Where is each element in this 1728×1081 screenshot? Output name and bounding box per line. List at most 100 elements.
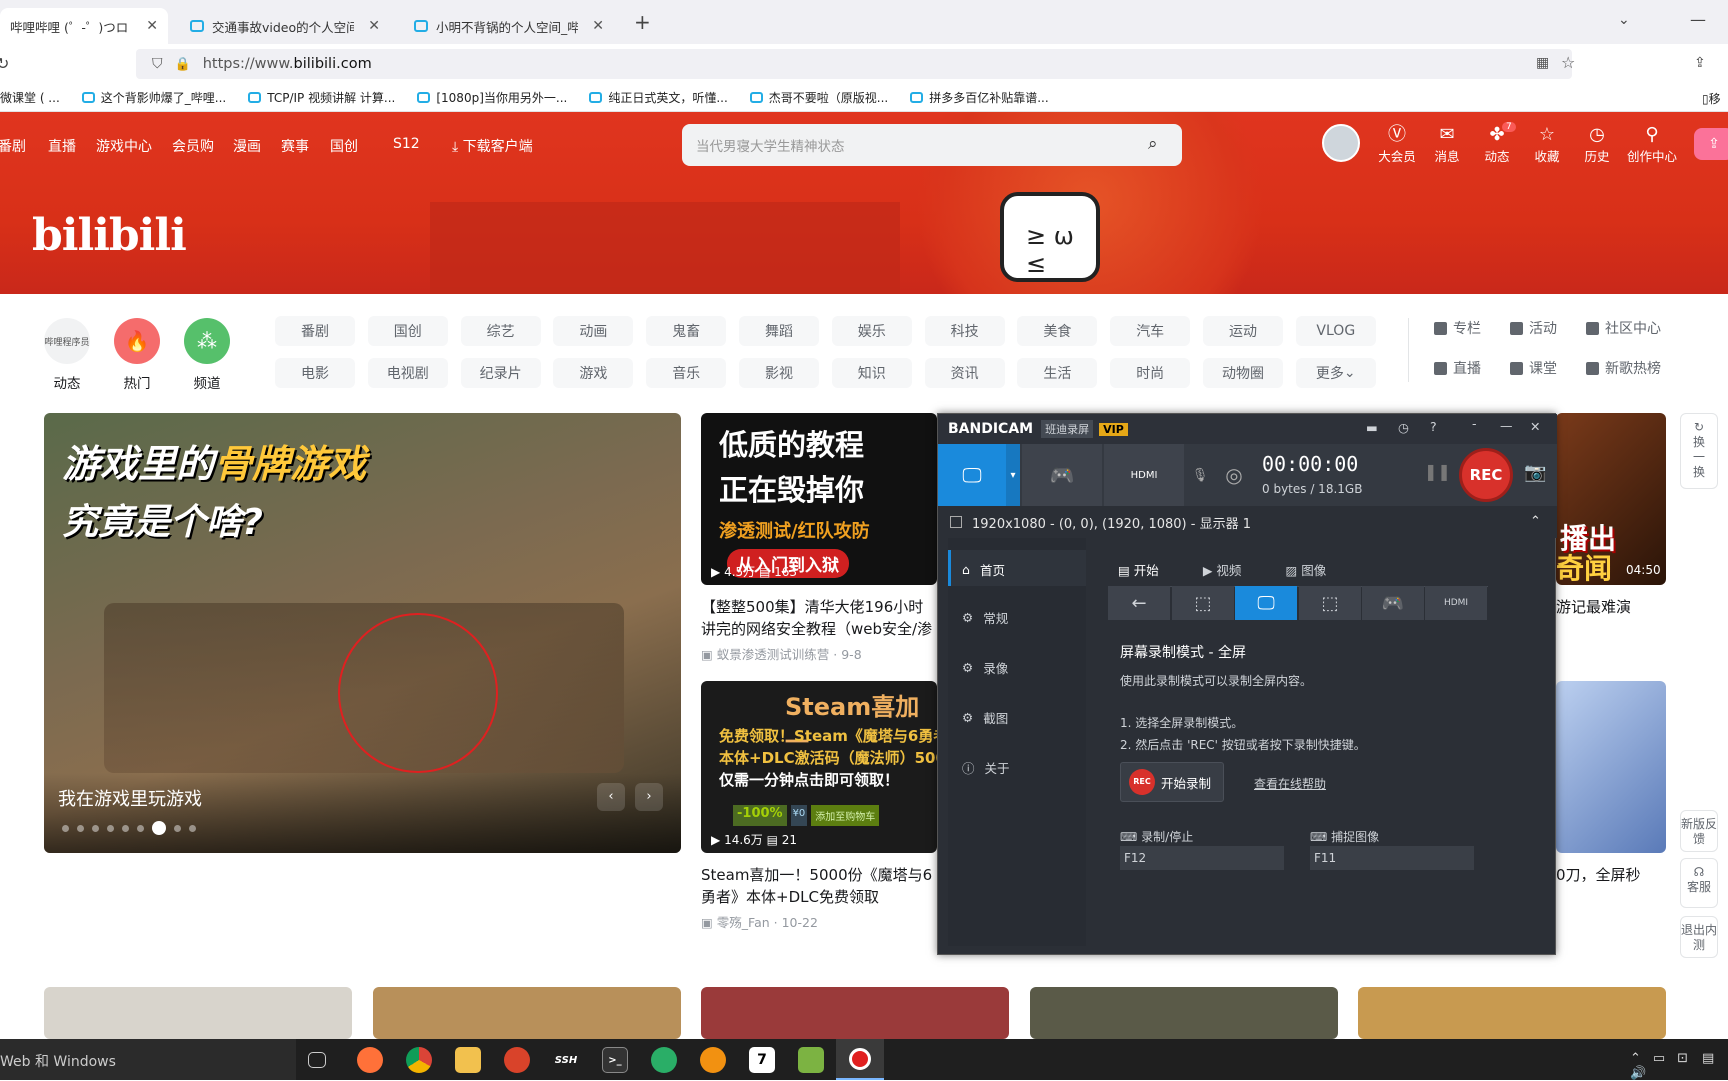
feedback-button[interactable]: 新版反馈 xyxy=(1680,810,1718,852)
quick-channel[interactable]: ⁂ 频道 xyxy=(172,318,242,392)
qr-code-icon[interactable]: ▦ xyxy=(1536,55,1549,71)
search-icon[interactable]: ⌕ xyxy=(1148,134,1158,154)
upload-button[interactable]: ⇪ xyxy=(1694,128,1728,160)
carousel-dot[interactable] xyxy=(152,821,166,835)
channel-chip[interactable]: 汽车 xyxy=(1110,316,1191,346)
screen-mode-dropdown[interactable]: ▾ xyxy=(1006,444,1020,506)
channel-chip[interactable]: 美食 xyxy=(1017,316,1098,346)
online-help-link[interactable]: 查看在线帮助 xyxy=(1254,775,1326,792)
right-link[interactable]: 课堂 xyxy=(1510,358,1557,378)
close-icon[interactable]: ✕ xyxy=(1530,419,1540,434)
task-view-icon[interactable] xyxy=(308,1052,326,1068)
exit-beta-button[interactable]: 退出内测 xyxy=(1680,916,1718,958)
video-card-cover[interactable]: 低质的教程 正在毁掉你 渗透测试/红队攻防 从入门到入狱 ▶ 4.5万 ▤ 16… xyxy=(701,413,937,585)
sidebar-item-screenshot[interactable]: ⚙ 截图 xyxy=(962,708,1008,727)
close-icon[interactable]: ✕ xyxy=(592,18,604,34)
start-recording-button[interactable]: REC 开始录制 xyxy=(1120,762,1224,802)
carousel-dot[interactable] xyxy=(77,824,84,832)
video-card-cover[interactable]: Steam喜加一 免费领取！Steam《魔塔与6勇者》 本体+DLC激活码（魔法… xyxy=(701,681,937,853)
tab-start[interactable]: ▤ 开始 xyxy=(1118,560,1159,579)
channel-chip[interactable]: 番剧 xyxy=(275,316,355,346)
chevron-up-icon[interactable]: ⌃ xyxy=(1530,514,1541,529)
nav-events[interactable]: 赛事 xyxy=(281,136,309,156)
mic-icon[interactable]: 🎙 xyxy=(1188,444,1212,506)
channel-chip[interactable]: 纪录片 xyxy=(460,358,541,388)
channel-chip[interactable]: 舞蹈 xyxy=(739,316,819,346)
channel-chip[interactable]: 知识 xyxy=(831,358,912,388)
close-icon[interactable]: ✕ xyxy=(146,18,158,34)
channel-chip[interactable]: 生活 xyxy=(1017,358,1098,388)
device-mode-button[interactable]: HDMI xyxy=(1425,586,1487,620)
channel-chip[interactable]: 科技 xyxy=(924,316,1005,346)
video-card-cover[interactable] xyxy=(701,987,1009,1039)
right-link[interactable]: 直播 xyxy=(1434,358,1481,378)
terminal-icon[interactable]: >_ xyxy=(602,1047,628,1073)
sidebar-item-video[interactable]: ⚙ 录像 xyxy=(962,658,1008,677)
hotkey-capture-field[interactable]: F11 xyxy=(1310,846,1474,870)
channel-chip[interactable]: 综艺 xyxy=(460,316,541,346)
channel-chip[interactable]: 动画 xyxy=(553,316,634,346)
hdmi-mode-button[interactable]: HDMI xyxy=(1104,444,1184,506)
wechat-icon[interactable] xyxy=(651,1047,677,1073)
help-icon[interactable]: ? xyxy=(1430,419,1437,434)
right-link[interactable]: 专栏 xyxy=(1434,318,1481,338)
hotkey-record-field[interactable]: F12 xyxy=(1120,846,1284,870)
reload-icon[interactable]: ↻ xyxy=(0,54,9,73)
channel-chip[interactable]: 国创 xyxy=(367,316,448,346)
pause-icon[interactable]: ❚❚ xyxy=(1424,462,1451,481)
nav-creator-center[interactable]: ⚲ 创作中心 xyxy=(1622,124,1682,165)
bookmark-item[interactable]: 纯正日式英文，听懂... xyxy=(589,89,728,106)
video-card-cover[interactable] xyxy=(1556,681,1666,853)
channel-chip[interactable]: 游戏 xyxy=(553,358,634,388)
nav-history[interactable]: ◷ 历史 xyxy=(1572,124,1622,165)
carousel-dot[interactable] xyxy=(174,824,181,832)
carousel-dot[interactable] xyxy=(189,824,196,832)
bookmark-item[interactable]: [1080p]当你用另外一... xyxy=(417,89,567,106)
rec-button[interactable]: REC xyxy=(1459,448,1513,502)
search-input[interactable]: 当代男寝大学生精神状态 ⌕ xyxy=(682,124,1182,166)
webcam-icon[interactable]: ◎ xyxy=(1214,444,1254,506)
video-meta[interactable]: ▣ 零殇_Fan · 10-22 xyxy=(701,912,818,931)
bandicam-taskbar-button[interactable] xyxy=(836,1039,884,1080)
channel-chip[interactable]: VLOG xyxy=(1295,316,1376,346)
bookmark-item[interactable]: TCP/IP 视频讲解 计算... xyxy=(248,89,395,106)
nav-message[interactable]: ✉ 消息 xyxy=(1422,124,1472,165)
tab-video[interactable]: ▶ 视频 xyxy=(1203,560,1242,579)
video-title[interactable]: 【整整500集】清华大佬196小时讲完的网络安全教程（web安全/渗透测试/红队… xyxy=(701,596,937,640)
nav-vip-shop[interactable]: 会员购 xyxy=(172,136,214,156)
carousel-dot[interactable] xyxy=(62,824,69,832)
cursor-mode-button[interactable]: ⬚ xyxy=(1299,586,1361,620)
quick-dynamic[interactable]: 哔哩程序员 动态 xyxy=(32,318,102,392)
nav-favorites[interactable]: ☆ 收藏 xyxy=(1522,124,1572,165)
channel-chip[interactable]: 动物圈 xyxy=(1203,358,1283,388)
close-icon[interactable]: ✕ xyxy=(368,18,380,34)
channel-chip[interactable]: 电视剧 xyxy=(367,358,448,388)
channel-chip[interactable]: 资讯 xyxy=(924,358,1005,388)
carousel-prev-button[interactable]: ‹ xyxy=(597,783,625,811)
carousel-dot[interactable] xyxy=(122,824,129,832)
bookmark-more[interactable]: ▯移 xyxy=(1702,90,1721,107)
game-mode-tab-button[interactable]: 🎮 xyxy=(1362,586,1424,620)
extension-icon[interactable]: ⇪ xyxy=(1694,55,1706,71)
folder-icon[interactable]: ▬ xyxy=(1366,420,1378,435)
tab-space-1[interactable]: 交通事故video的个人空间_哔哩哔哩_bilibili ✕ xyxy=(180,8,390,44)
camera-icon[interactable]: 📷 xyxy=(1524,462,1546,483)
rect-mode-button[interactable]: ⬚ xyxy=(1172,586,1234,620)
carousel-dot[interactable] xyxy=(107,824,114,832)
taskbar-search[interactable]: Web 和 Windows xyxy=(0,1039,296,1080)
tab-space-2[interactable]: 小明不背锅的个人空间_哔哩哔哩_bilibili ✕ xyxy=(404,8,614,44)
tab-list-chevron-icon[interactable]: ⌄ xyxy=(1618,12,1630,28)
nav-dynamic[interactable]: ✤ 动态 7 xyxy=(1472,122,1522,165)
bookmark-item[interactable]: 拼多多百亿补贴靠谱... xyxy=(910,89,1049,106)
carousel-next-button[interactable]: › xyxy=(635,783,663,811)
support-button[interactable]: ☊ 客服 xyxy=(1680,858,1718,908)
screen-mode-button[interactable]: 🖵 xyxy=(938,444,1006,506)
nav-guochuang[interactable]: 国创 xyxy=(330,136,358,156)
minimize-icon[interactable]: - xyxy=(1472,416,1477,431)
channel-chip[interactable]: 影视 xyxy=(739,358,819,388)
video-card-cover[interactable]: 播出 奇闻 04:50 xyxy=(1556,413,1666,585)
bookmark-item[interactable]: 杰哥不要啦（原版视... xyxy=(749,89,888,106)
sidebar-item-home[interactable]: ⌂ 首页 xyxy=(962,560,1005,579)
avatar[interactable] xyxy=(1322,124,1360,162)
video-card-cover[interactable] xyxy=(1358,987,1666,1039)
